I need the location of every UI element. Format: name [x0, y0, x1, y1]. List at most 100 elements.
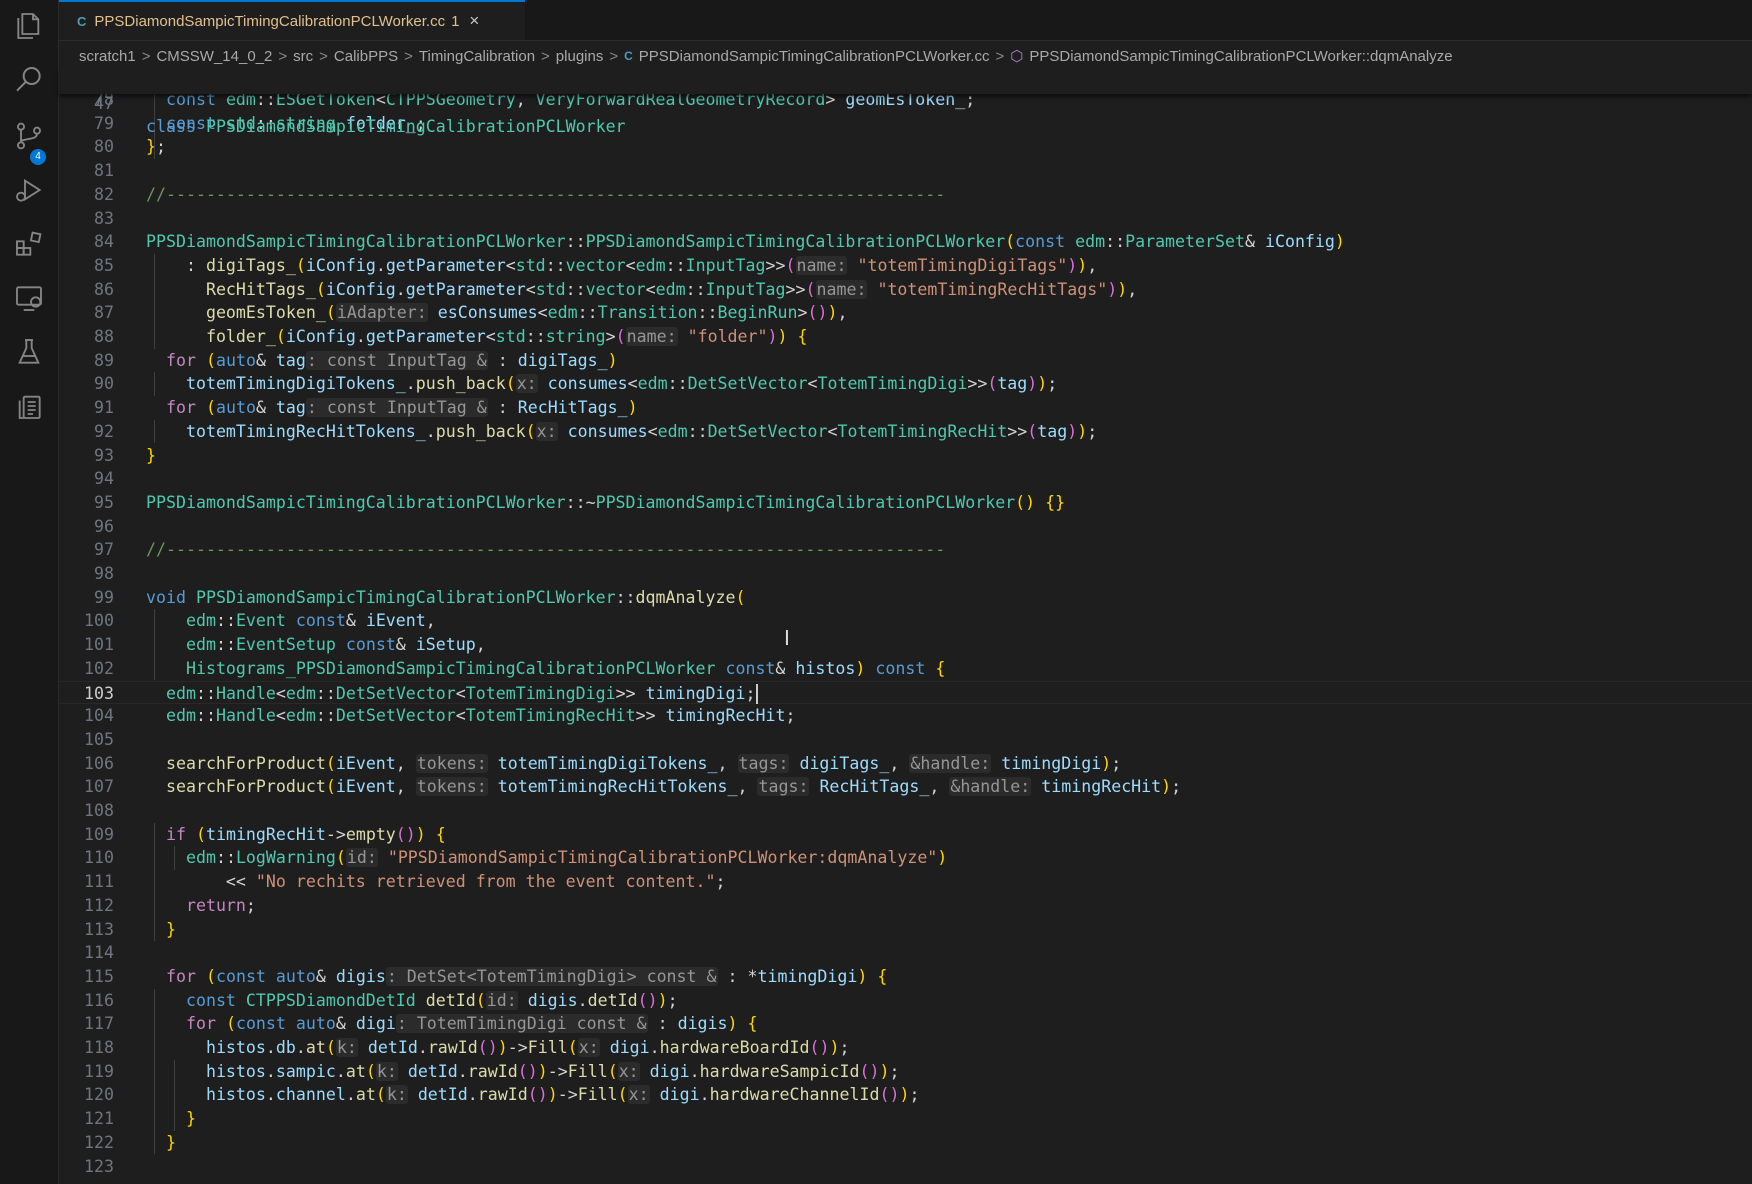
- code-line[interactable]: 87 geomEsToken_(iAdapter: esConsumes<edm…: [59, 301, 1752, 325]
- indent-guide: [154, 609, 155, 681]
- indent-guide: [154, 822, 155, 942]
- code-line[interactable]: 99 void PPSDiamondSampicTimingCalibration…: [59, 586, 1752, 610]
- code-line[interactable]: 109 if (timingRecHit->empty()) {: [59, 823, 1752, 847]
- code-editor[interactable]: 47 class PPSDiamondSampicTimingCalibrati…: [59, 68, 1752, 1184]
- code-text: for (const auto& digis: DetSet<TotemTimi…: [165, 966, 888, 986]
- code-line[interactable]: 103 edm::Handle<edm::DetSetVector<TotemT…: [59, 680, 1752, 705]
- clipboard-icon[interactable]: [11, 388, 47, 424]
- code-line[interactable]: 111 << "No rechits retrieved from the ev…: [59, 870, 1752, 894]
- cpp-file-icon: C: [624, 49, 633, 63]
- breadcrumb-item[interactable]: src: [293, 48, 313, 65]
- tab-active-file[interactable]: C PPSDiamondSampicTimingCalibrationPCLWo…: [59, 0, 525, 40]
- code-line[interactable]: 91 for (auto& tag: const InputTag & : Re…: [59, 396, 1752, 420]
- line-number: 111: [84, 872, 114, 892]
- code-line[interactable]: 115 for (const auto& digis: DetSet<Totem…: [59, 965, 1752, 989]
- code-line[interactable]: 104 edm::Handle<edm::DetSetVector<TotemT…: [59, 704, 1752, 728]
- line-number: 119: [84, 1061, 114, 1081]
- line-number: 107: [84, 777, 114, 797]
- code-line[interactable]: 100 edm::Event const& iEvent,: [59, 609, 1752, 633]
- explorer-icon[interactable]: [11, 8, 47, 44]
- close-icon[interactable]: ×: [469, 11, 479, 31]
- tab-problem-count: 1: [451, 12, 460, 30]
- code-line[interactable]: 85 : digiTags_(iConfig.getParameter<std:…: [59, 254, 1752, 278]
- line-number: 105: [84, 729, 114, 749]
- remote-explorer-icon[interactable]: [11, 280, 47, 316]
- code-text: const CTPPSDiamondDetId detId(id: digis.…: [185, 990, 678, 1010]
- code-line[interactable]: 83: [59, 207, 1752, 231]
- code-line[interactable]: 122 }: [59, 1131, 1752, 1155]
- line-number: 85: [94, 255, 114, 275]
- code-line[interactable]: 120 histos.channel.at(k: detId.rawId())-…: [59, 1083, 1752, 1107]
- code-text: //--------------------------------------…: [146, 540, 946, 560]
- breadcrumb-item[interactable]: PPSDiamondSampicTimingCalibrationPCLWork…: [639, 48, 990, 65]
- line-number: 92: [94, 421, 114, 441]
- code-line[interactable]: 88 folder_(iConfig.getParameter<std::str…: [59, 325, 1752, 349]
- line-number: 94: [94, 469, 114, 489]
- code-line[interactable]: 94: [59, 467, 1752, 491]
- code-line[interactable]: 97 //------------------------------------…: [59, 538, 1752, 562]
- code-line[interactable]: 116 const CTPPSDiamondDetId detId(id: di…: [59, 989, 1752, 1013]
- search-icon[interactable]: [11, 62, 47, 98]
- code-line[interactable]: 81: [59, 159, 1752, 183]
- testing-icon[interactable]: [11, 334, 47, 370]
- code-line[interactable]: 90 totemTimingDigiTokens_.push_back(x: c…: [59, 372, 1752, 396]
- line-number: 84: [94, 232, 114, 252]
- extensions-icon[interactable]: [11, 226, 47, 262]
- code-line[interactable]: 114: [59, 941, 1752, 965]
- sticky-scroll-header[interactable]: 47 class PPSDiamondSampicTimingCalibrati…: [59, 68, 1752, 136]
- line-number: 109: [84, 824, 114, 844]
- breadcrumb-separator: >: [995, 47, 1005, 65]
- activity-bar: 4: [0, 0, 59, 1184]
- code-text: PPSDiamondSampicTimingCalibrationPCLWork…: [146, 492, 1066, 512]
- breadcrumb-item[interactable]: plugins: [556, 48, 604, 65]
- code-line[interactable]: 86 RecHitTags_(iConfig.getParameter<std:…: [59, 278, 1752, 302]
- code-line[interactable]: 96: [59, 515, 1752, 539]
- breadcrumb-item[interactable]: TimingCalibration: [419, 48, 535, 65]
- code-line[interactable]: 89 for (auto& tag: const InputTag & : di…: [59, 349, 1752, 373]
- line-number: 100: [84, 611, 114, 631]
- breadcrumb-separator: >: [609, 47, 619, 65]
- code-line[interactable]: 106 searchForProduct(iEvent, tokens: tot…: [59, 752, 1752, 776]
- code-line[interactable]: 93}: [59, 444, 1752, 468]
- line-number: 123: [84, 1156, 114, 1176]
- code-line[interactable]: 82 //------------------------------------…: [59, 183, 1752, 207]
- code-line[interactable]: 92 totemTimingRecHitTokens_.push_back(x:…: [59, 420, 1752, 444]
- line-number: 116: [84, 990, 114, 1010]
- code-line[interactable]: 95 PPSDiamondSampicTimingCalibrationPCLWo…: [59, 491, 1752, 515]
- code-line[interactable]: 107 searchForProduct(iEvent, tokens: tot…: [59, 775, 1752, 799]
- code-line[interactable]: 119 histos.sampic.at(k: detId.rawId())->…: [59, 1060, 1752, 1084]
- code-line[interactable]: 118 histos.db.at(k: detId.rawId())->Fill…: [59, 1036, 1752, 1060]
- code-text: edm::Event const& iEvent,: [185, 611, 436, 631]
- indent-guide: [154, 419, 155, 444]
- code-line[interactable]: 105: [59, 728, 1752, 752]
- code-line[interactable]: 84 PPSDiamondSampicTimingCalibrationPCLWo…: [59, 230, 1752, 254]
- code-text: geomEsToken_(iAdapter: esConsumes<edm::T…: [205, 303, 848, 323]
- tab-label: PPSDiamondSampicTimingCalibrationPCLWork…: [94, 12, 446, 30]
- code-line[interactable]: 112 return;: [59, 894, 1752, 918]
- code-line[interactable]: 121 }: [59, 1107, 1752, 1131]
- code-line[interactable]: 98: [59, 562, 1752, 586]
- code-text: }: [146, 445, 156, 465]
- line-number: 82: [94, 184, 114, 204]
- cpp-file-icon: C: [77, 13, 87, 29]
- breadcrumb-item[interactable]: CMSSW_14_0_2: [156, 48, 272, 65]
- code-line[interactable]: 113 }: [59, 918, 1752, 942]
- line-number: 117: [84, 1014, 114, 1034]
- code-line[interactable]: 101 edm::EventSetup const& iSetup,: [59, 633, 1752, 657]
- line-number: 97: [94, 540, 114, 560]
- breadcrumb-item[interactable]: PPSDiamondSampicTimingCalibrationPCLWork…: [1029, 48, 1452, 65]
- breadcrumb-item[interactable]: CalibPPS: [334, 48, 398, 65]
- code-line[interactable]: 123: [59, 1155, 1752, 1179]
- code-line[interactable]: 102 Histograms_PPSDiamondSampicTimingCal…: [59, 657, 1752, 681]
- code-text: for (auto& tag: const InputTag & : RecHi…: [165, 398, 638, 418]
- run-debug-icon[interactable]: [11, 172, 47, 208]
- line-number: 98: [94, 564, 114, 583]
- source-control-icon[interactable]: [11, 118, 47, 154]
- line-number: 110: [84, 848, 114, 868]
- sticky-code: class PPSDiamondSampicTimingCalibrationP…: [146, 117, 626, 137]
- code-line[interactable]: 117 for (const auto& digi: TotemTimingDi…: [59, 1012, 1752, 1036]
- code-line[interactable]: 110 edm::LogWarning(id: "PPSDiamondSampi…: [59, 846, 1752, 870]
- code-line[interactable]: 108: [59, 799, 1752, 823]
- breadcrumb-item[interactable]: scratch1: [79, 48, 136, 65]
- code-text: searchForProduct(iEvent, tokens: totemTi…: [165, 777, 1182, 797]
